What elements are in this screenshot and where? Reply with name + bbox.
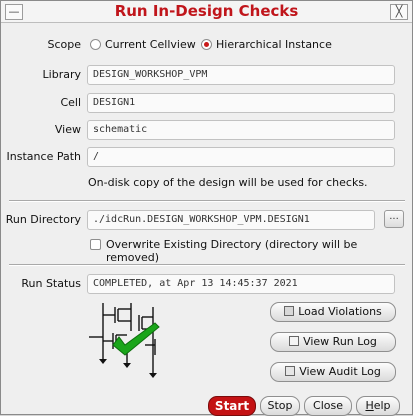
- run-status-label: Run Status: [21, 277, 81, 290]
- view-run-log-button[interactable]: View Run Log: [270, 332, 396, 352]
- scope-label: Scope: [47, 38, 81, 51]
- ondisk-note: On-disk copy of the design will be used …: [88, 176, 368, 189]
- instance-path-field[interactable]: /: [87, 147, 395, 167]
- violations-icon: [284, 306, 295, 316]
- audit-log-icon: [285, 366, 296, 376]
- view-run-log-label: View Run Log: [303, 335, 377, 348]
- run-in-design-checks-window: — Run In-Design Checks ╳ Scope Current C…: [0, 0, 413, 416]
- help-label-rest: elp: [373, 399, 391, 412]
- schematic-checkmark-icon: [89, 303, 160, 378]
- separator-2: [9, 264, 405, 266]
- close-window-button[interactable]: ╳: [390, 4, 408, 20]
- log-file-icon: [289, 336, 300, 346]
- view-audit-log-button[interactable]: View Audit Log: [270, 362, 396, 382]
- library-field[interactable]: DESIGN_WORKSHOP_VPM: [87, 65, 395, 85]
- title-bar: — Run In-Design Checks ╳: [1, 1, 412, 23]
- run-status-field: COMPLETED, at Apr 13 14:45:37 2021: [87, 274, 395, 294]
- close-button[interactable]: Close: [304, 396, 352, 416]
- instance-path-label: Instance Path: [6, 150, 81, 163]
- run-directory-label: Run Directory: [5, 213, 81, 226]
- scope-current-cellview-radio[interactable]: [90, 39, 101, 50]
- load-violations-label: Load Violations: [298, 305, 382, 318]
- view-audit-log-label: View Audit Log: [299, 365, 381, 378]
- scope-current-cellview-label: Current Cellview: [105, 38, 196, 51]
- scope-hierarchical-instance-radio[interactable]: [201, 39, 212, 50]
- start-button[interactable]: Start: [208, 396, 256, 416]
- overwrite-directory-label: Overwrite Existing Directory (directory …: [106, 238, 358, 264]
- view-label: View: [54, 123, 81, 136]
- overwrite-directory-checkbox[interactable]: [90, 239, 101, 250]
- cell-label: Cell: [60, 96, 81, 109]
- load-violations-button[interactable]: Load Violations: [270, 302, 396, 322]
- view-field[interactable]: schematic: [87, 120, 395, 140]
- scope-hierarchical-instance-label: Hierarchical Instance: [216, 38, 332, 51]
- window-title: Run In-Design Checks: [114, 2, 299, 20]
- browse-directory-button[interactable]: ...: [384, 210, 404, 228]
- run-directory-field[interactable]: ./idcRun.DESIGN_WORKSHOP_VPM.DESIGN1: [87, 210, 375, 230]
- help-button[interactable]: Help: [356, 396, 400, 416]
- stop-button[interactable]: Stop: [260, 396, 300, 416]
- separator-1: [9, 200, 405, 202]
- cell-field[interactable]: DESIGN1: [87, 93, 395, 113]
- library-label: Library: [42, 68, 81, 81]
- help-mnemonic: H: [365, 399, 374, 412]
